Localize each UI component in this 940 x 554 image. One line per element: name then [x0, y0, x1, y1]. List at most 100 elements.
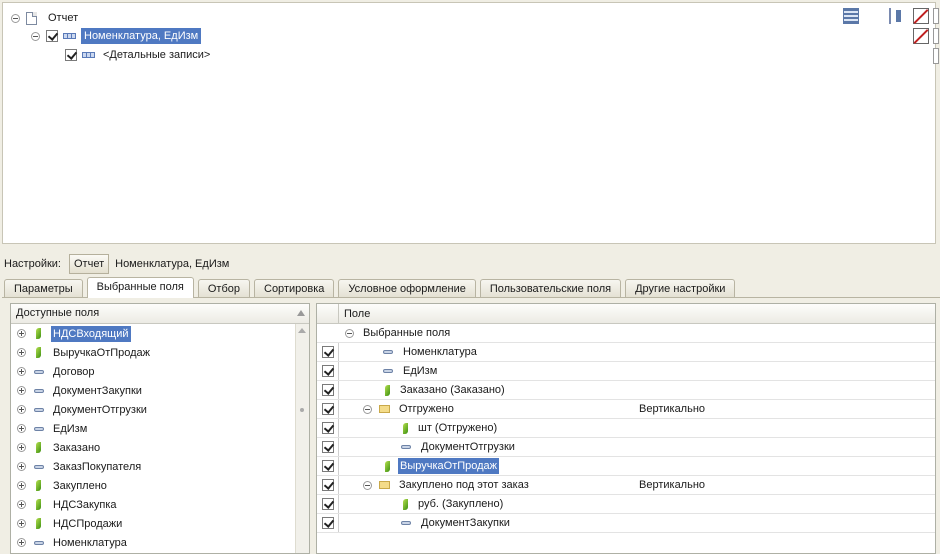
available-field-item[interactable]: ЗаказПокупателя [11, 457, 309, 476]
field-checkbox[interactable] [321, 346, 334, 358]
tab-other-settings[interactable]: Другие настройки [625, 279, 736, 298]
collapse-icon[interactable] [363, 404, 372, 414]
selected-field-label: шт (Отгружено) [418, 422, 498, 434]
scroll-up-icon[interactable] [298, 328, 306, 333]
available-field-item[interactable]: ДокументОтгрузки [11, 400, 309, 419]
list-icon[interactable] [843, 8, 859, 24]
root-label: Выбранные поля [363, 327, 451, 339]
selected-field-row[interactable]: ДокументОтгрузки [317, 438, 935, 457]
resource-icon [403, 422, 408, 434]
available-field-label: Закуплено [53, 479, 107, 492]
attribute-icon [401, 445, 411, 449]
available-fields-scrollbar[interactable] [295, 324, 309, 553]
expand-icon[interactable] [17, 329, 26, 338]
expand-icon[interactable] [17, 386, 26, 395]
selected-field-row[interactable]: руб. (Закуплено) [317, 495, 935, 514]
field-column-header: Поле [344, 308, 371, 320]
expand-icon[interactable] [17, 500, 26, 509]
settings-tabs: Параметры Выбранные поля Отбор Сортировк… [4, 277, 739, 298]
expand-icon[interactable] [17, 424, 26, 433]
folder-icon [379, 405, 390, 413]
selected-field-label: Номенклатура [403, 346, 477, 358]
field-checkbox[interactable] [321, 365, 334, 377]
tab-parameters[interactable]: Параметры [4, 279, 83, 298]
selected-field-row[interactable]: Отгружено Вертикально [317, 400, 935, 419]
available-field-item[interactable]: ВыручкаОтПродаж [11, 343, 309, 362]
available-field-label: НДСЗакупка [53, 498, 117, 511]
tab-filter[interactable]: Отбор [197, 279, 250, 298]
resource-icon [36, 442, 41, 453]
resource-icon [385, 460, 390, 472]
expand-icon[interactable] [17, 405, 26, 414]
field-checkbox[interactable] [321, 460, 334, 472]
available-field-item[interactable]: НДСПродажи [11, 514, 309, 533]
available-field-item[interactable]: ЕдИзм [11, 419, 309, 438]
expand-icon[interactable] [17, 481, 26, 490]
details-checkbox[interactable] [65, 49, 77, 61]
expand-icon[interactable] [17, 367, 26, 376]
selected-field-row[interactable]: ДокументЗакупки [317, 514, 935, 533]
available-field-item[interactable]: Номенклатура [11, 533, 309, 552]
tree-node-group[interactable]: Номенклатура, ЕдИзм [31, 27, 202, 45]
move-icon[interactable] [889, 8, 905, 24]
attribute-icon [383, 369, 393, 373]
tab-user-fields[interactable]: Пользовательские поля [479, 279, 622, 298]
selected-field-row[interactable]: ВыручкаОтПродаж [317, 457, 935, 476]
resource-icon [36, 480, 41, 491]
available-field-item[interactable]: Закуплено [11, 476, 309, 495]
tab-sorting[interactable]: Сортировка [254, 279, 335, 298]
grouping-icon [63, 33, 76, 39]
tree-node-report[interactable]: Отчет [11, 9, 81, 27]
available-field-label: ЗаказПокупателя [53, 460, 142, 473]
attribute-icon [34, 369, 44, 374]
available-field-item[interactable]: Заказано [11, 438, 309, 457]
report-settings-button[interactable]: Отчет [69, 254, 110, 274]
field-checkbox[interactable] [321, 403, 334, 415]
group-checkbox[interactable] [46, 30, 58, 42]
expand-icon[interactable] [17, 462, 26, 471]
tree-node-details[interactable]: <Детальные записи> [65, 46, 213, 64]
collapse-icon[interactable] [31, 31, 40, 41]
resource-icon [36, 499, 41, 510]
disable-icon[interactable] [913, 28, 929, 44]
available-field-item[interactable]: НДСВходящий [11, 324, 309, 343]
available-field-label: Заказано [53, 441, 101, 454]
available-field-label: ДокументОтгрузки [53, 403, 147, 416]
expand-icon[interactable] [17, 443, 26, 452]
selected-field-label: ЕдИзм [403, 365, 438, 377]
folder-icon [379, 481, 390, 489]
field-checkbox[interactable] [321, 441, 334, 453]
tab-selected-fields[interactable]: Выбранные поля [86, 277, 194, 298]
available-field-item[interactable]: НДСЗакупка [11, 495, 309, 514]
field-checkbox[interactable] [321, 422, 334, 434]
expand-icon[interactable] [17, 538, 26, 547]
available-field-item[interactable]: Договор [11, 362, 309, 381]
field-checkbox[interactable] [321, 517, 334, 529]
expand-icon[interactable] [17, 348, 26, 357]
selected-fields-root[interactable]: Выбранные поля [317, 324, 935, 343]
field-checkbox[interactable] [321, 479, 334, 491]
grouping-icon [82, 52, 95, 58]
disable-icon[interactable] [913, 8, 929, 24]
tab-conditional-formatting[interactable]: Условное оформление [338, 279, 476, 298]
splitter-handle[interactable] [300, 408, 304, 412]
side-panel-icon[interactable] [933, 28, 939, 44]
selected-field-label: ВыручкаОтПродаж [398, 458, 500, 474]
selected-field-row[interactable]: шт (Отгружено) [317, 419, 935, 438]
side-panel-icon[interactable] [933, 8, 939, 24]
collapse-icon[interactable] [363, 480, 372, 490]
expand-icon[interactable] [17, 519, 26, 528]
selected-field-row[interactable]: Номенклатура [317, 343, 935, 362]
available-field-item[interactable]: ДокументЗакупки [11, 381, 309, 400]
field-checkbox[interactable] [321, 498, 334, 510]
collapse-icon[interactable] [345, 328, 354, 338]
side-panel-icon[interactable] [933, 48, 939, 64]
selected-field-row[interactable]: Заказано (Заказано) [317, 381, 935, 400]
field-checkbox[interactable] [321, 384, 334, 396]
collapse-icon[interactable] [11, 13, 20, 23]
selected-field-row[interactable]: Закуплено под этот заказ Вертикально [317, 476, 935, 495]
selected-field-row[interactable]: ЕдИзм [317, 362, 935, 381]
resource-icon [36, 328, 41, 339]
available-fields-header[interactable]: Доступные поля [11, 304, 309, 324]
selected-field-label: Отгружено [399, 403, 454, 415]
